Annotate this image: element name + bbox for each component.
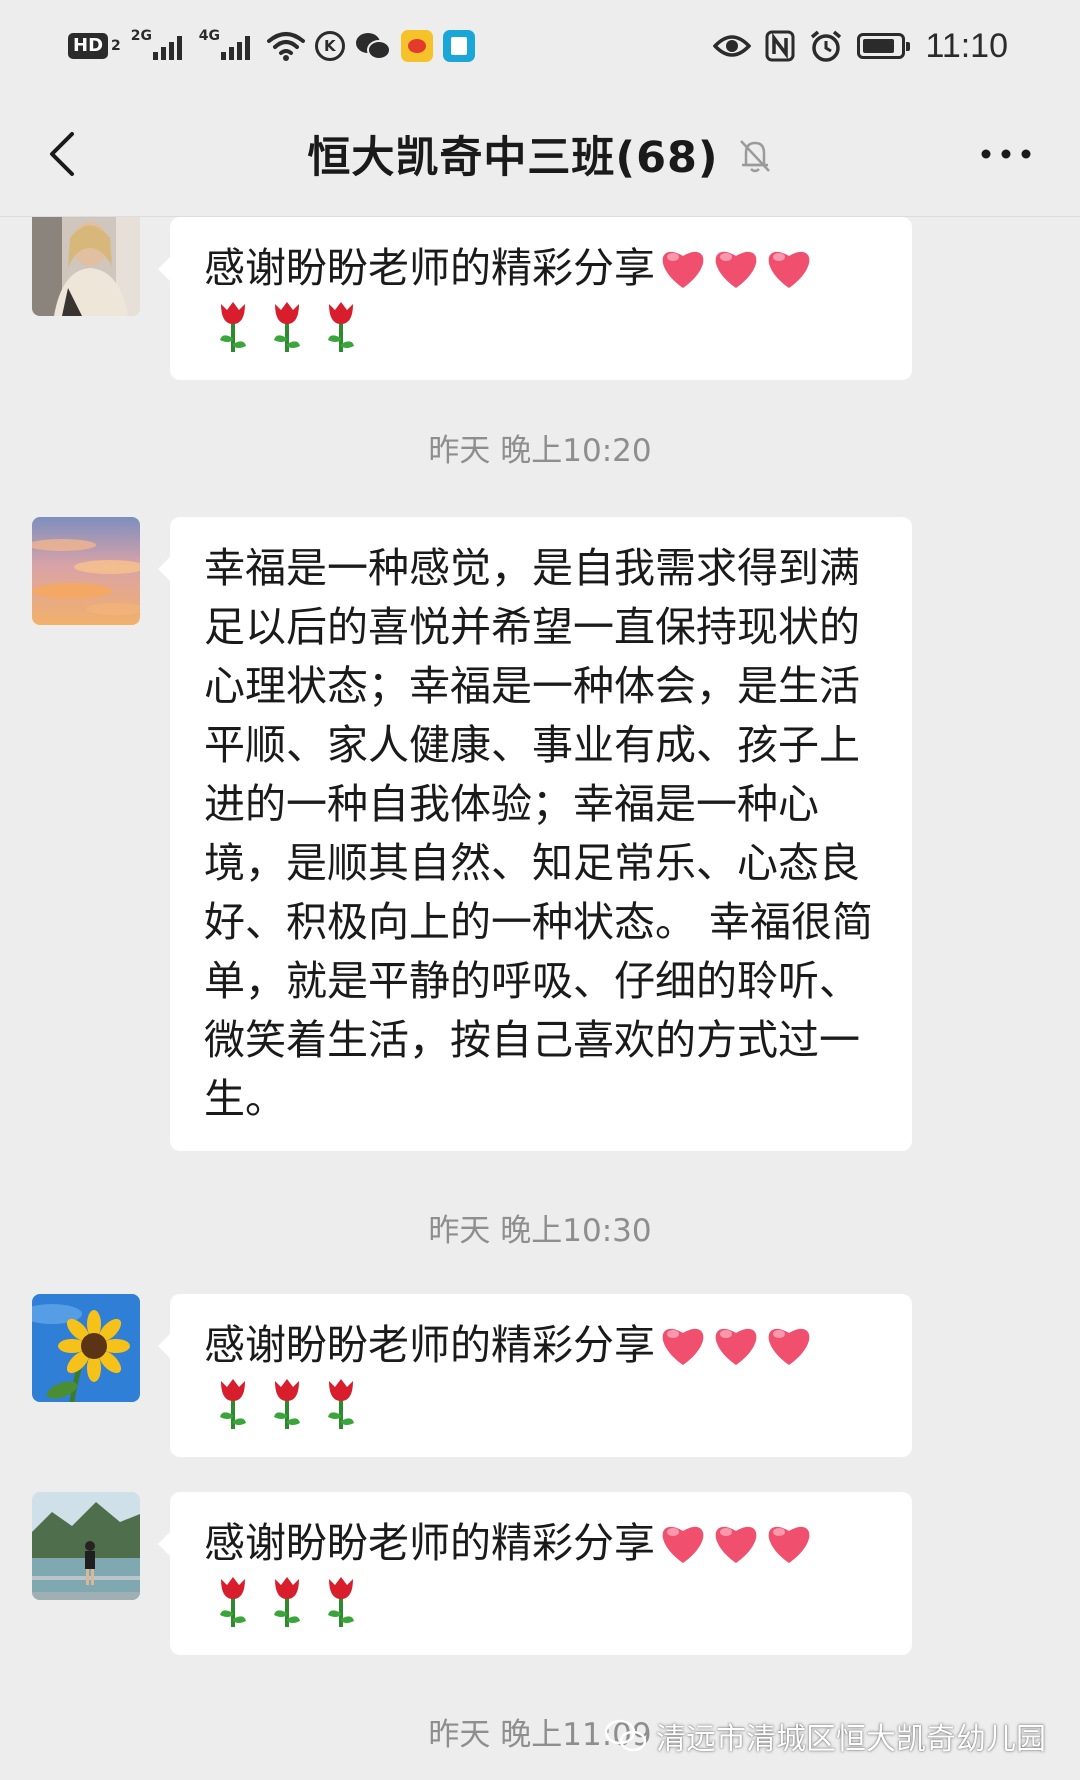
avatar[interactable]: [32, 1492, 140, 1600]
heart-icon: [662, 1328, 704, 1365]
avatar-lake-photo: [32, 1492, 140, 1600]
message-text: 幸福是一种感觉，是自我需求得到满足以后的喜悦并希望一直保持现状的心理状态；幸福是…: [204, 544, 874, 1123]
message-text: 感谢盼盼老师的精彩分享: [204, 1321, 655, 1369]
more-dots-icon: [981, 149, 1031, 159]
rose-icon: [274, 1577, 300, 1627]
avatar[interactable]: [32, 217, 140, 316]
battery-icon: [857, 33, 911, 59]
rose-icon: [328, 302, 354, 352]
nfc-icon: [765, 30, 795, 62]
avatar-sunflower-photo: [32, 1294, 140, 1402]
wechat-watermark-icon: [604, 1719, 647, 1752]
timestamp: 昨天 晚上10:20: [428, 433, 652, 469]
heart-icon: [768, 1328, 810, 1365]
message-text: 感谢盼盼老师的精彩分享: [204, 244, 655, 292]
k-app-label: K: [323, 37, 336, 55]
heart-icon: [662, 251, 704, 288]
avatar[interactable]: [32, 517, 140, 625]
bell-off-icon: [739, 140, 770, 173]
rose-icon: [220, 302, 246, 352]
message-list[interactable]: 感谢盼盼老师的精彩分享 昨天 晚上10:20 幸福是一种感觉，是自我需求得到满足…: [0, 217, 1080, 1780]
message-bubble[interactable]: 幸福是一种感觉，是自我需求得到满足以后的喜悦并希望一直保持现状的心理状态；幸福是…: [158, 517, 912, 1151]
avatar-woman-photo: [32, 217, 140, 316]
rose-row: [204, 1375, 884, 1435]
net-4g-label: 4G: [198, 28, 220, 44]
rose-icon: [328, 1577, 354, 1627]
signal-2g-icon: 2G: [131, 26, 189, 66]
battery-level: [863, 39, 895, 53]
heart-icon: [662, 1526, 704, 1563]
k-app-icon: K: [314, 31, 345, 61]
status-time: 11:10: [925, 26, 1008, 65]
rose-icon: [220, 1577, 246, 1627]
more-button[interactable]: [968, 130, 1044, 178]
net-2g-label: 2G: [130, 28, 152, 44]
wechat-icon: [355, 33, 391, 60]
rose-icon: [274, 1379, 300, 1429]
eye-icon: [713, 35, 752, 57]
reader-app-icon: [442, 30, 475, 62]
rose-icon: [220, 1379, 246, 1429]
status-left: HD 2 2G 4G K: [68, 26, 475, 66]
watermark: 清远市清城区恒大凯奇幼儿园: [604, 1714, 1046, 1758]
hd-indicator: HD 2: [68, 33, 121, 59]
signal-4g-icon: 4G: [199, 26, 257, 66]
watermark-text: 清远市清城区恒大凯奇幼儿园: [656, 1722, 1046, 1757]
status-right: 11:10: [713, 24, 1008, 68]
heart-icon: [768, 251, 810, 288]
rose-row: [204, 298, 884, 358]
chat-title[interactable]: 恒大凯奇中三班(68): [307, 123, 718, 185]
rose-icon: [328, 1379, 354, 1429]
message-text: 感谢盼盼老师的精彩分享: [204, 1519, 655, 1567]
heart-icon: [715, 1526, 757, 1563]
chat-header: 恒大凯奇中三班(68): [0, 92, 1080, 217]
rose-icon: [274, 302, 300, 352]
rose-row: [204, 1573, 884, 1633]
alarm-icon: [811, 30, 842, 62]
avatar[interactable]: [32, 1294, 140, 1402]
message-bubble[interactable]: 感谢盼盼老师的精彩分享: [158, 217, 912, 380]
title-area: 恒大凯奇中三班(68): [0, 92, 1080, 216]
message-bubble[interactable]: 感谢盼盼老师的精彩分享: [158, 1492, 912, 1655]
avatar-sunset-photo: [32, 517, 140, 625]
hd-sub-label: 2: [111, 38, 121, 54]
heart-icon: [768, 1526, 810, 1563]
timestamp: 昨天 晚上10:30: [428, 1213, 652, 1249]
heart-icon: [715, 251, 757, 288]
status-bar: HD 2 2G 4G K 11:10: [0, 0, 1080, 92]
hd-label: HD: [68, 33, 109, 59]
weibo-icon: [400, 30, 433, 62]
heart-icon: [715, 1328, 757, 1365]
wifi-icon: [266, 32, 305, 61]
message-bubble[interactable]: 感谢盼盼老师的精彩分享: [158, 1294, 912, 1457]
